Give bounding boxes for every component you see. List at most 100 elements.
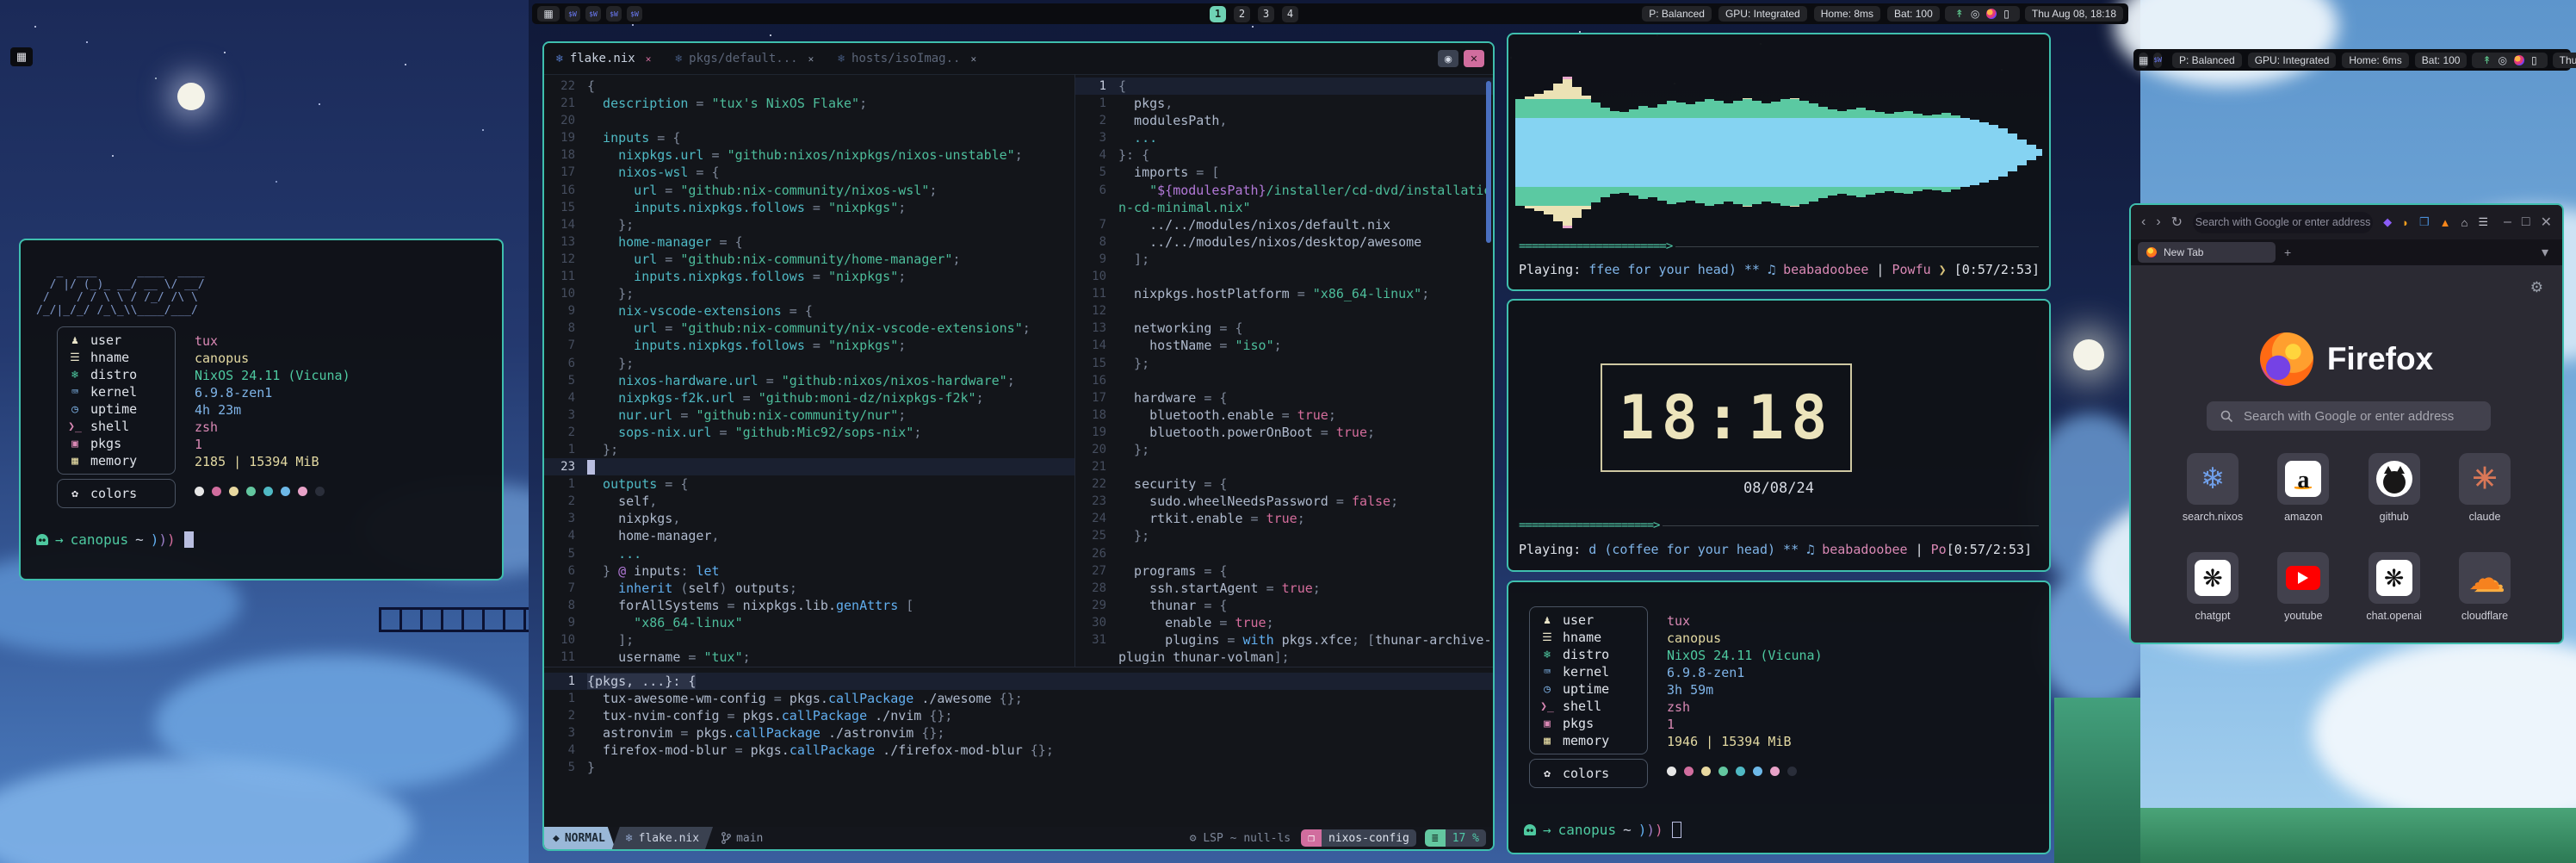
terminal-window-right[interactable]: ♟user☰hname❄distro⌨kernel◷uptime❯_shell▣… — [1507, 581, 2051, 854]
launcher-icon[interactable]: ▦ — [537, 6, 560, 22]
shortcut-amazon[interactable]: aamazon — [2271, 453, 2335, 523]
editor-tabbar: ❄ flake.nix ✕ ❄ pkgs/default... ✕ ❄ host… — [544, 43, 1493, 75]
tab-list-chevron[interactable]: ▾ — [2542, 244, 2548, 261]
shortcut-github[interactable]: github — [2362, 453, 2426, 523]
code-line: 9 nix-vscode-extensions = { — [544, 302, 1074, 320]
forward-button[interactable]: › — [2156, 214, 2160, 230]
code-line: 5} — [544, 759, 1493, 776]
menu-icon[interactable]: ☰ — [2478, 215, 2488, 229]
tag-icon[interactable]: $W — [565, 6, 580, 22]
tab-flake-nix[interactable]: ❄ flake.nix ✕ — [544, 43, 663, 74]
shortcut-claude[interactable]: ✳claude — [2453, 453, 2517, 523]
code-line: 4}: { — [1075, 146, 1493, 164]
gear-icon[interactable]: ⚙ — [2530, 279, 2543, 296]
kernel-value: 6.9.8-zen1 — [195, 384, 350, 401]
shortcut-chatgpt[interactable]: ❋chatgpt — [2181, 552, 2245, 622]
window-toggle-button[interactable]: ◉ — [1438, 50, 1458, 67]
shortcut-label: claude — [2469, 511, 2501, 523]
moon-icon — [177, 83, 205, 110]
firefox-window: ‹ › ↻ Search with Google or enter addres… — [2129, 203, 2564, 644]
tag-icon[interactable]: $W — [627, 6, 642, 22]
shell-value: zsh — [195, 419, 350, 436]
code-line: 8 forAllSystems = nixpkgs.lib.genAttrs [ — [544, 597, 1074, 614]
shortcut-row: ❋chatgpt youtube ❋chat.openai ☁cloudflare — [2181, 552, 2517, 622]
code-line: 12 — [1075, 302, 1493, 320]
now-playing: Playing: ffee for your head) ** ♫ beabad… — [1519, 262, 2039, 277]
tab-close-icon[interactable]: ✕ — [808, 53, 814, 65]
window-close-button[interactable]: ✕ — [1464, 50, 1484, 67]
code-line: 3 astronvim = pkgs.callPackage ./astronv… — [544, 724, 1493, 742]
bitwarden-icon[interactable]: ◆ — [2383, 215, 2392, 229]
status-chip: GPU: Integrated — [2248, 53, 2337, 68]
metamask-fox-icon[interactable]: ▲ — [2440, 216, 2451, 229]
workspace-4[interactable]: 4 — [1282, 6, 1298, 22]
tab-new-tab[interactable]: New Tab — [2138, 242, 2276, 263]
new-tab-button[interactable]: + — [2284, 245, 2291, 259]
firefox-icon — [2146, 247, 2157, 258]
extension-icon[interactable]: ◗ — [2402, 216, 2409, 229]
bluetooth-icon: ◎ — [1971, 8, 1979, 20]
search-input[interactable]: Search with Google or enter address — [2207, 401, 2491, 431]
buffer-isoimage-nix[interactable]: 1{1 pkgs,2 modulesPath,3 ...4}: {5 impor… — [1075, 74, 1493, 670]
distro-icon: ❄ — [1540, 649, 1554, 661]
terminal-window-left[interactable]: _ ___ ____ ____ / |/ (_)_ __/ __ \/ __/ … — [19, 239, 504, 581]
clock-window[interactable]: 18:18 08/08/24 =====================> Pl… — [1507, 299, 2051, 572]
tag-icon[interactable]: $W — [2153, 53, 2162, 68]
url-bar[interactable]: Search with Google or enter address — [2193, 212, 2373, 233]
status-chip: GPU: Integrated — [1718, 6, 1807, 22]
close-button[interactable]: ✕ — [2541, 214, 2552, 231]
code-line: 13 networking = { — [1075, 320, 1493, 337]
minimize-button[interactable]: – — [2504, 214, 2511, 230]
git-branch-icon — [721, 832, 731, 844]
shield-icon[interactable]: ❒ — [2419, 215, 2430, 229]
clock-date: 08/08/24 — [1508, 480, 2049, 497]
memory-value: 1946 | 15394 MiB — [1667, 733, 1823, 750]
launcher-icon[interactable]: ▦ — [2139, 53, 2148, 68]
code-line: 19 inputs = { — [544, 129, 1074, 146]
workspace-2[interactable]: 2 — [1234, 6, 1250, 22]
shell-prompt[interactable]: → canopus ~ ))) — [1524, 822, 1681, 838]
music-visualizer-window[interactable]: =======================> Playing: ffee f… — [1507, 33, 2051, 291]
tab-hosts-isoimage[interactable]: ❄ hosts/isoImag.. ✕ — [826, 43, 988, 74]
clock-chip[interactable]: Thu Aug 08, 18:18 — [2025, 6, 2123, 22]
maximize-button[interactable]: □ — [2522, 214, 2530, 230]
code-line: 1{pkgs, ...}: { — [544, 673, 1493, 690]
code-line: 6 }; — [544, 355, 1074, 372]
code-line: 22{ — [544, 78, 1074, 95]
shell-prompt[interactable]: → canopus ~ ))) — [36, 531, 194, 548]
buffer-pkgs-default-nix[interactable]: 1{pkgs, ...}: {1 tux-awesome-wm-config =… — [544, 667, 1493, 827]
launcher-icon[interactable]: ▦ — [10, 47, 33, 66]
shortcut-youtube[interactable]: youtube — [2271, 552, 2335, 622]
code-line: 26 — [1075, 545, 1493, 562]
clock-chip[interactable]: Thu Aug 08, 18:39 — [2553, 53, 2576, 68]
system-tray[interactable]: ↟ ◎ ▯ — [2472, 53, 2547, 68]
code-line: 6 "${modulesPath}/installer/cd-dvd/insta… — [1075, 182, 1493, 199]
pkgs-value: 1 — [195, 436, 350, 453]
profile-icon — [1986, 9, 1997, 19]
workspace-1[interactable]: 1 — [1210, 6, 1226, 22]
track-progress: =======================> — [1519, 239, 2039, 253]
shortcut-chat.openai[interactable]: ❋chat.openai — [2362, 552, 2426, 622]
workspace-3[interactable]: 3 — [1258, 6, 1274, 22]
system-tray[interactable]: ↟ ◎ ▯ — [1945, 6, 2020, 22]
shortcut-search.nixos[interactable]: ❄search.nixos — [2181, 453, 2245, 523]
tab-close-icon[interactable]: ✕ — [646, 53, 652, 65]
tag-icon[interactable]: $W — [585, 6, 601, 22]
ghost-icon — [36, 534, 48, 545]
youtube-play-icon — [2286, 566, 2320, 590]
tab-pkgs-default[interactable]: ❄ pkgs/default... ✕ — [663, 43, 826, 74]
home-icon[interactable]: ⌂ — [2461, 216, 2468, 229]
back-button[interactable]: ‹ — [2141, 214, 2146, 230]
project-name: nixos-config — [1322, 829, 1416, 847]
editor-cursor — [587, 460, 595, 475]
buffer-flake-nix[interactable]: 22{21 description = "tux's NixOS Flake";… — [544, 74, 1074, 670]
prompt-arrow: → — [1543, 822, 1551, 838]
code-line: 14 }; — [544, 216, 1074, 233]
code-line: 28 ssh.startAgent = true; — [1075, 580, 1493, 597]
reload-button[interactable]: ↻ — [2171, 214, 2183, 231]
kernel-icon: ⌨ — [68, 386, 82, 399]
tab-close-icon[interactable]: ✕ — [970, 53, 976, 65]
scrollbar[interactable] — [1486, 81, 1491, 243]
shortcut-cloudflare[interactable]: ☁cloudflare — [2453, 552, 2517, 622]
tag-icon[interactable]: $W — [606, 6, 622, 22]
